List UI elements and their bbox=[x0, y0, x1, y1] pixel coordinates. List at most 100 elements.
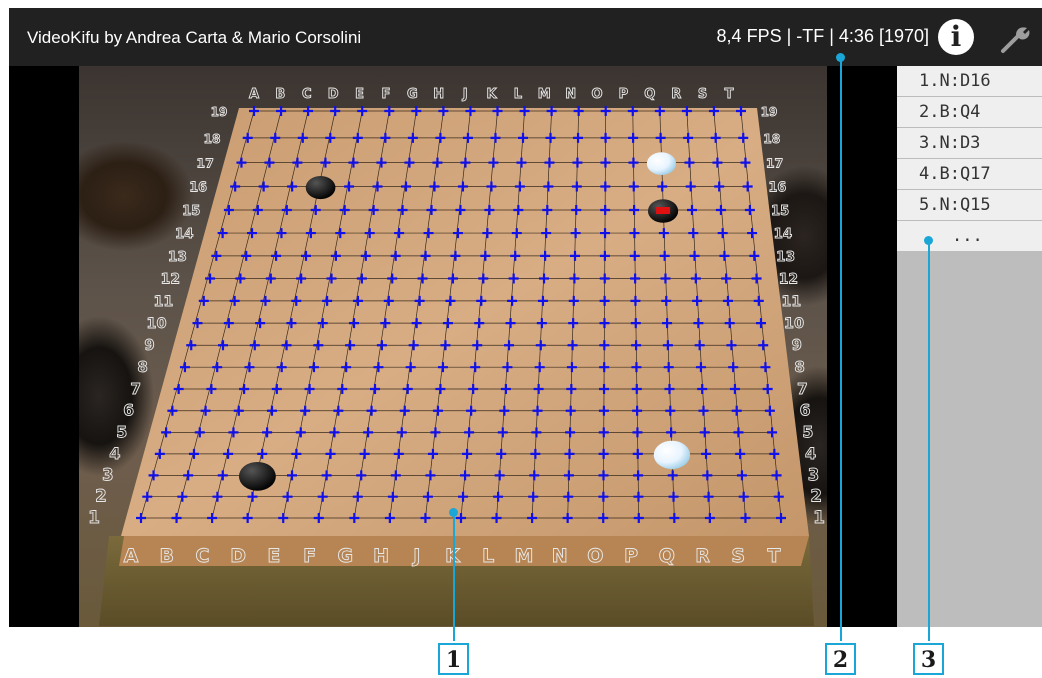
move-list[interactable]: 1.N:D16 2.B:Q4 3.N:D3 4.B:Q17 5.N:Q15 ..… bbox=[897, 66, 1042, 627]
app-title: VideoKifu by Andrea Carta & Mario Corsol… bbox=[27, 28, 362, 47]
column-label: F bbox=[303, 545, 316, 567]
row-label: 4 bbox=[805, 444, 816, 463]
row-label: 1 bbox=[88, 508, 100, 528]
row-label: 9 bbox=[144, 337, 154, 354]
row-label: 14 bbox=[774, 227, 793, 242]
column-label: J bbox=[411, 545, 420, 567]
column-label: A bbox=[249, 87, 259, 102]
column-label: L bbox=[482, 545, 494, 567]
move-list-item[interactable]: 1.N:D16 bbox=[897, 66, 1042, 97]
column-label: J bbox=[462, 87, 468, 102]
row-label: 2 bbox=[810, 486, 822, 506]
callout-1-label: 1 bbox=[438, 643, 469, 675]
column-label: K bbox=[486, 87, 497, 102]
column-label: B bbox=[275, 87, 285, 102]
black-stone bbox=[305, 175, 336, 200]
column-label: R bbox=[695, 545, 710, 567]
row-label: 9 bbox=[792, 337, 802, 354]
row-label: 10 bbox=[146, 316, 166, 332]
column-label: M bbox=[514, 545, 533, 567]
column-label: P bbox=[624, 545, 638, 567]
column-labels-top: A B C D E F GH J K L MN O PQ R S T bbox=[249, 87, 734, 103]
row-label: 5 bbox=[802, 422, 813, 441]
row-label: 19 bbox=[761, 105, 778, 119]
row-label: 16 bbox=[189, 181, 207, 196]
row-label: 14 bbox=[175, 227, 194, 242]
column-label: G bbox=[407, 87, 418, 102]
callout-3-dot bbox=[924, 236, 933, 245]
row-label: 11 bbox=[781, 294, 801, 310]
row-label: 6 bbox=[800, 402, 811, 420]
white-stone bbox=[653, 440, 691, 470]
callout-2-line bbox=[840, 57, 842, 641]
move-list-item[interactable]: 4.B:Q17 bbox=[897, 159, 1042, 190]
row-label: 18 bbox=[763, 132, 780, 146]
column-label: H bbox=[433, 87, 444, 102]
row-label: 17 bbox=[766, 156, 783, 171]
move-list-more[interactable]: ... bbox=[897, 221, 1042, 252]
row-label: 10 bbox=[784, 316, 804, 332]
row-label: 7 bbox=[797, 380, 808, 398]
callout-1-line bbox=[453, 512, 455, 641]
column-label: C bbox=[195, 545, 209, 567]
column-label: N bbox=[552, 545, 568, 567]
column-label: Q bbox=[659, 545, 675, 567]
column-label: D bbox=[230, 545, 246, 567]
column-label: E bbox=[355, 87, 364, 102]
row-label: 8 bbox=[137, 358, 147, 376]
row-label: 4 bbox=[109, 444, 120, 463]
column-label: M bbox=[538, 87, 551, 102]
row-label: 12 bbox=[161, 272, 180, 288]
row-label: 11 bbox=[154, 294, 174, 310]
wrench-icon bbox=[1001, 27, 1030, 53]
move-list-item[interactable]: 2.B:Q4 bbox=[897, 97, 1042, 128]
info-button[interactable]: i bbox=[938, 19, 974, 55]
move-list-item[interactable]: 3.N:D3 bbox=[897, 128, 1042, 159]
row-label: 15 bbox=[182, 204, 200, 219]
column-label: N bbox=[565, 87, 576, 102]
row-label: 15 bbox=[771, 204, 789, 219]
column-label: O bbox=[587, 545, 603, 567]
row-label: 12 bbox=[779, 272, 798, 288]
row-label: 19 bbox=[211, 105, 228, 119]
column-label: E bbox=[267, 545, 280, 567]
column-label: D bbox=[328, 87, 339, 102]
row-label: 3 bbox=[808, 465, 819, 484]
callout-2-dot bbox=[836, 53, 845, 62]
column-label: F bbox=[381, 87, 390, 102]
row-label: 5 bbox=[116, 422, 127, 441]
column-label: T bbox=[768, 545, 781, 567]
row-label: 13 bbox=[168, 249, 187, 265]
column-label: T bbox=[725, 87, 734, 102]
column-label: P bbox=[619, 87, 629, 102]
callout-3-label: 3 bbox=[913, 643, 944, 675]
row-label: 2 bbox=[95, 486, 107, 506]
app-window: VideoKifu by Andrea Carta & Mario Corsol… bbox=[9, 8, 1042, 627]
column-label: S bbox=[698, 87, 707, 102]
column-label: R bbox=[671, 87, 681, 102]
row-label: 13 bbox=[776, 249, 795, 265]
column-label: L bbox=[514, 87, 522, 102]
row-label: 6 bbox=[123, 402, 134, 420]
top-bar: VideoKifu by Andrea Carta & Mario Corsol… bbox=[9, 8, 1042, 66]
column-label: S bbox=[731, 545, 745, 567]
row-label: 8 bbox=[794, 358, 804, 376]
column-label: G bbox=[338, 545, 354, 567]
column-label: Q bbox=[644, 87, 655, 102]
black-stone bbox=[238, 461, 276, 491]
callout-2-label: 2 bbox=[825, 643, 856, 675]
settings-button[interactable] bbox=[999, 22, 1033, 54]
column-label: A bbox=[124, 545, 139, 567]
row-label: 16 bbox=[768, 181, 786, 196]
last-move-marker bbox=[656, 206, 671, 214]
column-label: O bbox=[592, 87, 603, 102]
row-label: 7 bbox=[130, 380, 141, 398]
row-label: 17 bbox=[196, 156, 213, 171]
status-readout: 8,4 FPS | -TF | 4:36 [1970] bbox=[716, 26, 929, 46]
callout-1-dot bbox=[449, 508, 458, 517]
move-list-item[interactable]: 5.N:Q15 bbox=[897, 190, 1042, 221]
column-label: C bbox=[302, 87, 312, 102]
info-icon: i bbox=[950, 20, 962, 53]
row-label: 1 bbox=[813, 508, 825, 528]
row-label: 3 bbox=[102, 465, 113, 484]
